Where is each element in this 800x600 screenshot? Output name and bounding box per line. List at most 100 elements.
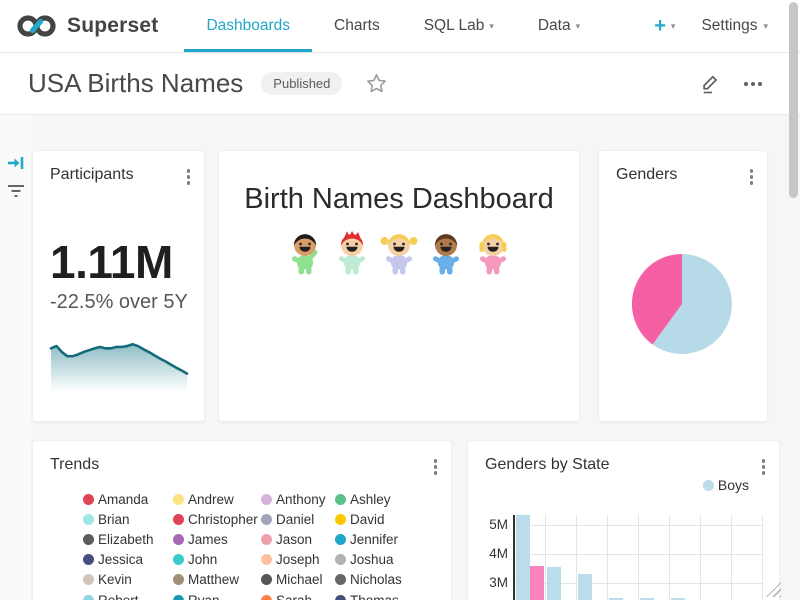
edit-pencil-icon[interactable] <box>699 72 722 95</box>
legend-item-ryan[interactable]: Ryan <box>173 590 261 600</box>
legend-item-anthony[interactable]: Anthony <box>261 489 335 509</box>
chart-menu-icon[interactable] <box>750 166 754 185</box>
legend-item-joseph[interactable]: Joseph <box>261 550 335 570</box>
legend-dot-icon <box>83 574 94 585</box>
settings-menu-button[interactable]: Settings ▾ <box>701 17 768 35</box>
legend-label: Brian <box>98 512 130 527</box>
nav-item-charts[interactable]: Charts <box>312 0 402 52</box>
gridline <box>545 515 546 600</box>
published-badge[interactable]: Published <box>261 72 342 95</box>
legend-dot-icon <box>261 494 272 505</box>
legend-item-james[interactable]: James <box>173 529 261 549</box>
legend-dot-icon <box>335 494 346 505</box>
kid-figure <box>473 230 513 278</box>
legend-item-nicholas[interactable]: Nicholas <box>335 570 441 590</box>
legend-dot-icon <box>261 514 272 525</box>
more-actions-icon[interactable] <box>744 82 762 86</box>
legend-item-ashley[interactable]: Ashley <box>335 489 441 509</box>
superset-logo-icon <box>16 13 58 39</box>
header-actions <box>699 72 772 95</box>
legend-label: Ryan <box>188 593 220 600</box>
legend-label: Robert <box>98 593 139 600</box>
legend-dot-icon <box>335 574 346 585</box>
legend-item-john[interactable]: John <box>173 550 261 570</box>
legend-item-joshua[interactable]: Joshua <box>335 550 441 570</box>
legend-label: Matthew <box>188 572 239 587</box>
bar-boys <box>516 515 530 600</box>
legend-item-kevin[interactable]: Kevin <box>83 570 173 590</box>
gridline <box>514 554 762 555</box>
legend-item-sarah[interactable]: Sarah <box>261 590 335 600</box>
legend-item-amanda[interactable]: Amanda <box>83 489 173 509</box>
dashboard-grid: Participants 1.11M -22.5% over 5Y Birth … <box>0 115 800 600</box>
legend-item-christopher[interactable]: Christopher <box>173 509 261 529</box>
legend-label: Andrew <box>188 492 234 507</box>
legend-label: Joshua <box>350 552 394 567</box>
bar-boys <box>547 567 561 600</box>
legend-item-brian[interactable]: Brian <box>83 509 173 529</box>
legend-item-daniel[interactable]: Daniel <box>261 509 335 529</box>
legend-item-jennifer[interactable]: Jennifer <box>335 529 441 549</box>
main-nav: DashboardsChartsSQL Lab▾Data▾ <box>184 0 602 52</box>
legend-dot-icon <box>173 494 184 505</box>
trends-card: Trends AmandaAndrewAnthonyAshleyBrianChr… <box>32 440 452 600</box>
legend-item-david[interactable]: David <box>335 509 441 529</box>
legend-item-elizabeth[interactable]: Elizabeth <box>83 529 173 549</box>
participants-card: Participants 1.11M -22.5% over 5Y <box>32 150 205 422</box>
superset-brand[interactable]: Superset <box>16 13 158 39</box>
legend-label: Christopher <box>188 512 258 527</box>
legend-label: Joseph <box>276 552 320 567</box>
settings-label: Settings <box>701 17 757 35</box>
nav-item-data[interactable]: Data▾ <box>516 0 602 52</box>
legend-item-boys[interactable]: Boys <box>703 477 749 493</box>
chart-menu-icon[interactable] <box>187 166 191 185</box>
favorite-star-icon[interactable] <box>366 73 387 94</box>
legend-dot-icon <box>173 534 184 545</box>
genders-card: Genders <box>598 150 768 422</box>
legend-dot-icon <box>261 534 272 545</box>
y-axis-line <box>513 515 515 600</box>
expand-filter-bar-icon[interactable] <box>7 155 25 176</box>
page-title: USA Births Names <box>28 68 243 99</box>
legend-label: Anthony <box>276 492 326 507</box>
chart-menu-icon[interactable] <box>762 456 766 475</box>
legend-item-andrew[interactable]: Andrew <box>173 489 261 509</box>
plus-icon: + <box>654 16 666 36</box>
gridline <box>607 515 608 600</box>
scrollbar-thumb[interactable] <box>789 2 798 198</box>
new-item-button[interactable]: + ▾ <box>654 16 675 36</box>
legend-item-michael[interactable]: Michael <box>261 570 335 590</box>
nav-item-sql-lab[interactable]: SQL Lab▾ <box>402 0 516 52</box>
nav-item-dashboards[interactable]: Dashboards <box>184 0 312 52</box>
big-number-value: 1.11M <box>50 235 173 289</box>
legend-dot-icon <box>83 595 94 600</box>
legend-dot-icon <box>335 595 346 600</box>
legend-dot-icon <box>703 480 714 491</box>
gridline <box>762 515 763 600</box>
legend-dot-icon <box>83 554 94 565</box>
legend-item-matthew[interactable]: Matthew <box>173 570 261 590</box>
legend-dot-icon <box>83 494 94 505</box>
legend-item-thomas[interactable]: Thomas <box>335 590 441 600</box>
filter-icon[interactable] <box>7 183 25 204</box>
kid-figure <box>285 230 325 278</box>
chart-menu-icon[interactable] <box>434 456 438 475</box>
top-nav: Superset DashboardsChartsSQL Lab▾Data▾ +… <box>0 0 800 53</box>
legend-item-robert[interactable]: Robert <box>83 590 173 600</box>
legend-label: Jennifer <box>350 532 398 547</box>
legend-dot-icon <box>173 574 184 585</box>
gridline <box>669 515 670 600</box>
bar-boys <box>578 574 592 600</box>
legend-label: David <box>350 512 385 527</box>
kids-illustration <box>219 230 579 278</box>
chart-title: Genders <box>616 166 677 184</box>
legend-dot-icon <box>261 574 272 585</box>
legend-label: Nicholas <box>350 572 402 587</box>
legend-label: Thomas <box>350 593 399 600</box>
gridline <box>731 515 732 600</box>
y-axis-tick-label: 4M <box>474 546 508 561</box>
trend-sparkline-chart <box>49 339 189 396</box>
legend-item-jason[interactable]: Jason <box>261 529 335 549</box>
gridline <box>638 515 639 600</box>
legend-item-jessica[interactable]: Jessica <box>83 550 173 570</box>
